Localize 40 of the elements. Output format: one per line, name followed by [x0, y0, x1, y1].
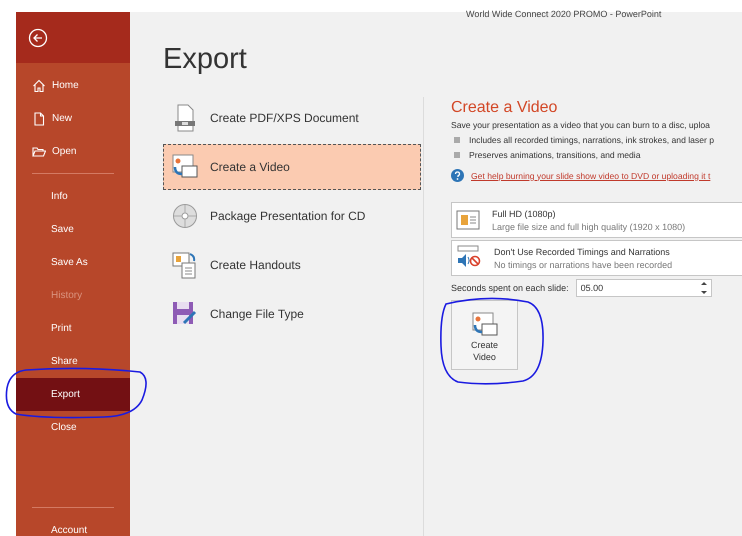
section-heading: Create a Video [451, 99, 558, 118]
document-icon [172, 104, 198, 132]
sidebar-item[interactable]: Account [16, 514, 130, 536]
back-button[interactable] [16, 12, 130, 63]
sidebar-item[interactable]: Close [16, 411, 130, 444]
seconds-label: Seconds spent on each slide: [451, 283, 569, 293]
window-title: World Wide Connect 2020 PROMO - PowerPoint [465, 12, 662, 21]
help-link[interactable]: Get help burning your slide show video to DVD or uploading it t [471, 170, 710, 180]
sidebar-item[interactable]: Home [16, 69, 130, 102]
page-title: Export [163, 43, 248, 77]
sidebar-item[interactable]: Save [16, 213, 130, 246]
export-option[interactable]: Package Presentation for CD [163, 193, 421, 239]
sidebar-item[interactable]: Info [16, 180, 130, 213]
sidebar-item[interactable]: Print [16, 312, 130, 345]
export-option[interactable]: Create Handouts [163, 242, 421, 288]
settings-dropdown[interactable]: Full HD (1080p) Large file size and full high quality (1920 x 1080) [451, 202, 742, 238]
help-icon [451, 169, 464, 182]
disc-icon [172, 203, 198, 229]
bullet-text: Preserves animations, transitions, and media [469, 150, 640, 160]
save-file-icon [172, 301, 198, 327]
bullet-icon [454, 137, 460, 143]
folder-icon [32, 144, 46, 158]
export-option[interactable]: Create a Video [163, 144, 421, 190]
bullet-text: Includes all recorded timings, narrations, ink strokes, and laser p [469, 135, 714, 145]
export-option[interactable]: Create PDF/XPS Document [163, 95, 421, 141]
sidebar-item[interactable]: Share [16, 345, 130, 378]
sidebar-item[interactable]: Open [16, 135, 130, 168]
description-text: Save your presentation as a video that you can burn to a disc, uploa [451, 120, 711, 130]
sidebar-item[interactable]: Save As [16, 246, 130, 279]
seconds-spinner[interactable]: 05.00 [576, 279, 712, 297]
settings-dropdown[interactable]: Don't Use Recorded Timings and Narrations No timings or narrations have been recorded [451, 240, 742, 276]
bullet-icon [454, 152, 460, 158]
sidebar-item[interactable]: New [16, 102, 130, 135]
handouts-icon [172, 251, 198, 279]
export-option[interactable]: Change File Type [163, 291, 421, 337]
home-icon [32, 78, 46, 92]
slide-icon [456, 209, 480, 231]
sidebar-item[interactable]: Export [16, 378, 130, 411]
create-video-button[interactable]: Create Video [451, 300, 518, 370]
document-icon [32, 112, 46, 126]
